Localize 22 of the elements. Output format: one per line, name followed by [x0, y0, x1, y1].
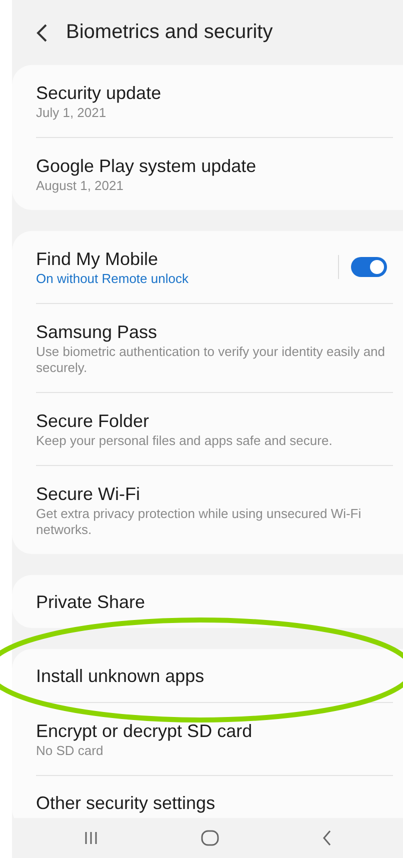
setting-description: Keep your personal files and apps safe and secure. — [36, 433, 334, 449]
setting-title[interactable]: Encrypt or decrypt SD card — [36, 719, 393, 743]
setting-description: No SD card — [36, 743, 104, 759]
setting-status: On without Remote unlock — [36, 271, 190, 287]
setting-title[interactable]: Samsung Pass — [36, 320, 393, 344]
setting-description: Use biometric authentication to verify your identity easily and securely. — [36, 344, 386, 376]
toggle-switch[interactable] — [351, 257, 387, 277]
setting-title[interactable]: Secure Folder — [36, 409, 393, 433]
setting-title[interactable]: Find My Mobile — [36, 247, 338, 271]
setting-description: Get extra privacy protection while using unsecured Wi-Fi networks. — [36, 506, 362, 538]
setting-title[interactable]: Secure Wi-Fi — [36, 482, 393, 506]
recent-apps-icon[interactable] — [84, 831, 98, 845]
setting-description: August 1, 2021 — [36, 178, 124, 194]
setting-title[interactable]: Private Share — [36, 590, 393, 614]
setting-description: July 1, 2021 — [36, 105, 108, 121]
setting-title[interactable]: Google Play system update — [36, 154, 393, 178]
back-icon[interactable] — [322, 830, 332, 846]
setting-title[interactable]: Security update — [36, 81, 393, 105]
home-icon[interactable] — [200, 830, 218, 846]
setting-title[interactable]: Other security settings — [36, 790, 393, 814]
setting-title[interactable]: Install unknown apps — [36, 664, 393, 688]
page-title: Biometrics and security — [66, 21, 273, 44]
